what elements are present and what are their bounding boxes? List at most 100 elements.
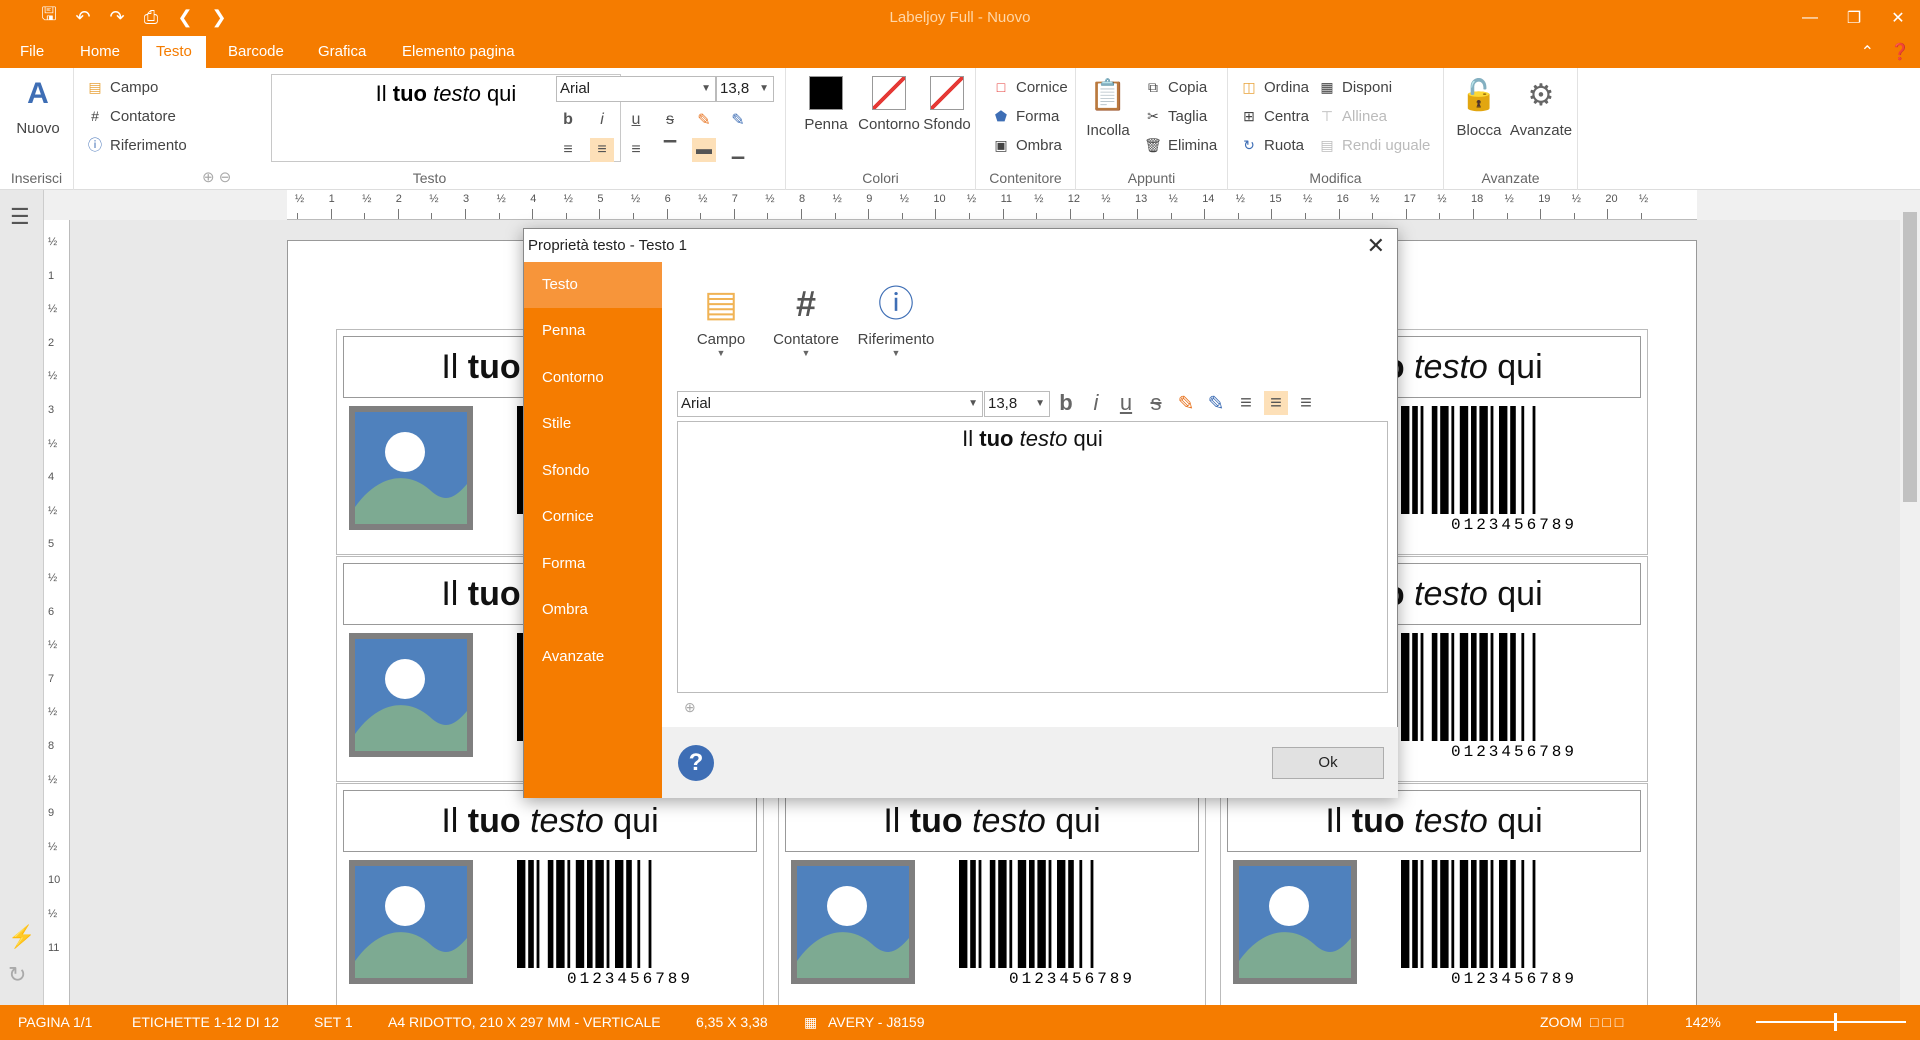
sfondo-button[interactable]: Sfondo <box>920 76 974 133</box>
size-select[interactable]: 13,8 ▼ <box>716 76 774 102</box>
elimina-button[interactable]: 🗑 Elimina <box>1144 134 1217 156</box>
label-text-box[interactable]: Il tuo testo qui <box>785 790 1199 852</box>
ok-button[interactable]: Ok <box>1272 747 1384 779</box>
valign-middle-icon[interactable]: ▬ <box>692 138 716 162</box>
image-placeholder-icon[interactable] <box>349 633 473 757</box>
pen-color-icon[interactable]: ✎ <box>726 108 750 132</box>
valign-bottom-icon[interactable]: ▁ <box>726 138 750 162</box>
penna-button[interactable]: Penna <box>800 76 852 133</box>
barcode[interactable]: 0123456789 <box>517 860 743 990</box>
side-item-stile[interactable]: Stile <box>524 401 662 447</box>
close-icon[interactable]: ✕ <box>1367 233 1385 259</box>
strikethrough-icon[interactable]: s <box>1144 390 1168 415</box>
underline-icon[interactable]: u <box>1114 390 1138 415</box>
zoom-slider-thumb[interactable] <box>1834 1013 1837 1031</box>
tab-elemento-pagina[interactable]: Elemento pagina <box>388 36 529 68</box>
font-select[interactable]: Arial ▼ <box>556 76 716 102</box>
side-item-cornice[interactable]: Cornice <box>524 494 662 540</box>
align-right-icon[interactable]: ≡ <box>1294 391 1318 415</box>
image-placeholder-icon[interactable] <box>349 406 473 530</box>
riferimento-button[interactable]: ⓘ Riferimento <box>86 134 187 156</box>
forma-button[interactable]: ⬟ Forma <box>992 105 1059 127</box>
page-view-icon[interactable]: □ □ □ <box>1590 1014 1623 1030</box>
italic-icon[interactable]: i <box>590 108 614 132</box>
align-left-icon[interactable]: ≡ <box>556 138 580 162</box>
image-placeholder-icon[interactable] <box>791 860 915 984</box>
dialog-campo-button[interactable]: ▤ Campo ▼ <box>686 281 756 358</box>
tab-grafica[interactable]: Grafica <box>304 36 380 68</box>
disponi-button[interactable]: ▦ Disponi <box>1318 76 1392 98</box>
side-item-avanzate[interactable]: Avanzate <box>524 634 662 680</box>
align-right-icon[interactable]: ≡ <box>624 138 648 162</box>
centra-button[interactable]: ⊞ Centra <box>1240 105 1309 127</box>
barcode[interactable]: 0123456789 <box>959 860 1185 990</box>
scrollbar-thumb[interactable] <box>1903 212 1917 502</box>
highlight-icon[interactable]: ✎ <box>1174 391 1198 415</box>
dialog-font-select[interactable]: Arial ▼ <box>677 391 983 417</box>
align-center-icon[interactable]: ≡ <box>1264 391 1288 415</box>
ombra-button[interactable]: ▣ Ombra <box>992 134 1061 156</box>
side-item-ombra[interactable]: Ombra <box>524 587 662 633</box>
blocca-button[interactable]: 🔓 Blocca <box>1452 76 1506 139</box>
taglia-button[interactable]: ✂ Taglia <box>1144 105 1207 127</box>
cornice-button[interactable]: □ Cornice <box>992 76 1068 98</box>
barcode[interactable]: 0123456789 <box>1401 406 1627 536</box>
pen-color-icon[interactable]: ✎ <box>1204 391 1228 415</box>
help-icon[interactable]: ❓ <box>1890 42 1910 62</box>
status-avery[interactable]: AVERY - J8159 <box>828 1014 925 1030</box>
restore-icon[interactable]: ❐ <box>1832 0 1876 36</box>
list-view-icon[interactable]: ☰ <box>10 204 30 230</box>
dialog-riferimento-button[interactable]: ⓘ Riferimento ▼ <box>848 281 944 358</box>
barcode[interactable]: 0123456789 <box>1401 633 1627 763</box>
tab-file[interactable]: File <box>6 36 58 68</box>
label-text-box[interactable]: Il tuo testo qui <box>343 790 757 852</box>
copia-button[interactable]: ⧉ Copia <box>1144 76 1207 98</box>
side-item-contorno[interactable]: Contorno <box>524 355 662 401</box>
vertical-scrollbar[interactable] <box>1900 190 1920 1005</box>
italic-icon[interactable]: i <box>1084 390 1108 415</box>
tab-barcode[interactable]: Barcode <box>214 36 298 68</box>
label-card[interactable]: Il tuo testo qui 0123456789 <box>778 783 1206 1005</box>
allinea-button[interactable]: ⊤ Allinea <box>1318 105 1387 127</box>
label-text-box[interactable]: Il tuo testo qui <box>1227 790 1641 852</box>
barcode[interactable]: 0123456789 <box>1401 860 1627 990</box>
dialog-size-select[interactable]: 13,8 ▼ <box>984 391 1050 417</box>
refresh-icon[interactable]: ↻ <box>8 962 26 988</box>
align-left-icon[interactable]: ≡ <box>1234 391 1258 415</box>
side-item-forma[interactable]: Forma <box>524 541 662 587</box>
tab-testo[interactable]: Testo <box>142 36 206 68</box>
image-placeholder-icon[interactable] <box>1233 860 1357 984</box>
nuovo-button[interactable]: A Nuovo <box>12 74 64 137</box>
underline-icon[interactable]: u <box>624 108 648 132</box>
contatore-button[interactable]: # Contatore <box>86 105 176 127</box>
bold-icon[interactable]: b <box>1054 390 1078 415</box>
valign-top-icon[interactable]: ▔ <box>658 138 682 162</box>
campo-button[interactable]: ▤ Campo <box>86 76 158 98</box>
side-item-penna[interactable]: Penna <box>524 308 662 354</box>
strikethrough-icon[interactable]: s <box>658 108 682 132</box>
incolla-button[interactable]: 📋 Incolla <box>1086 76 1130 139</box>
label-card[interactable]: Il tuo testo qui 0123456789 <box>336 783 764 1005</box>
side-item-sfondo[interactable]: Sfondo <box>524 448 662 494</box>
ruota-button[interactable]: ↻ Ruota <box>1240 134 1304 156</box>
ordina-button[interactable]: ◫ Ordina <box>1240 76 1309 98</box>
close-icon[interactable]: ✕ <box>1876 0 1920 36</box>
highlight-icon[interactable]: ✎ <box>692 108 716 132</box>
contorno-button[interactable]: Contorno <box>856 76 922 133</box>
image-placeholder-icon[interactable] <box>349 860 473 984</box>
rendi-uguale-button[interactable]: ▤ Rendi uguale <box>1318 134 1430 156</box>
dialog-contatore-button[interactable]: # Contatore ▼ <box>764 281 848 358</box>
zoom-slider[interactable] <box>1756 1021 1906 1023</box>
label-card[interactable]: Il tuo testo qui 0123456789 <box>1220 783 1648 1005</box>
side-item-testo[interactable]: Testo <box>524 262 662 308</box>
collapse-ribbon-icon[interactable]: ⌃ <box>1861 42 1874 62</box>
status-set[interactable]: SET 1 <box>314 1014 353 1030</box>
zoom-in-icon[interactable]: ⊕ <box>684 699 696 716</box>
help-icon[interactable]: ? <box>678 745 714 781</box>
avanzate-button[interactable]: ⚙ Avanzate <box>1508 76 1574 139</box>
plugin-icon[interactable]: ⚡ <box>8 924 35 950</box>
align-center-icon[interactable]: ≡ <box>590 138 614 162</box>
text-editor[interactable]: Il tuo testo qui <box>677 421 1388 693</box>
tab-home[interactable]: Home <box>66 36 134 68</box>
bold-icon[interactable]: b <box>556 108 580 132</box>
